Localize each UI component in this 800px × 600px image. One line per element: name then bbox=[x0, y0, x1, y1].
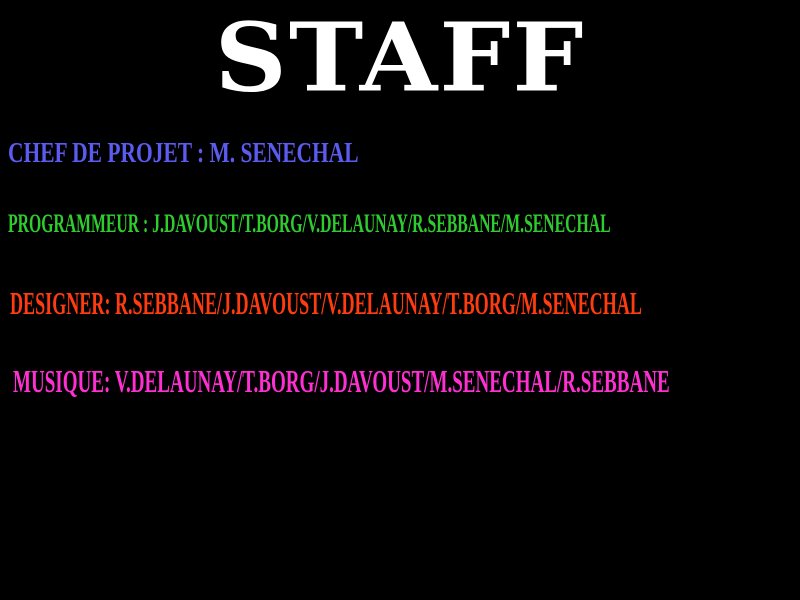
credit-line-chef-de-projet: CHEF DE PROJET : M. SENECHAL bbox=[8, 137, 359, 169]
page-title: STAFF bbox=[214, 0, 586, 114]
staff-credits-screen: STAFF CHEF DE PROJET : M. SENECHAL PROGR… bbox=[0, 0, 800, 600]
credit-line-designer: DESIGNER: R.SEBBANE/J.DAVOUST/V.DELAUNAY… bbox=[10, 285, 642, 321]
credit-line-programmeur: PROGRAMMEUR : J.DAVOUST/T.BORG/V.DELAUNA… bbox=[8, 209, 611, 238]
credit-line-musique: MUSIQUE: V.DELAUNAY/T.BORG/J.DAVOUST/M.S… bbox=[13, 363, 670, 399]
